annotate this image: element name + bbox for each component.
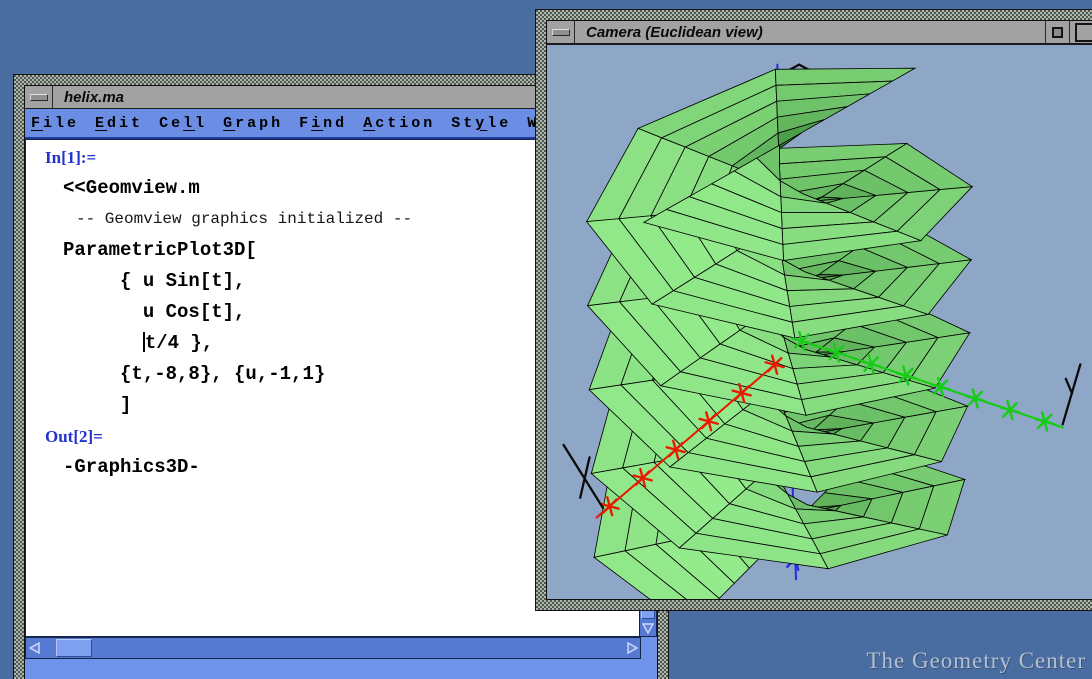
minimize-button[interactable]	[1045, 21, 1069, 43]
menu-style[interactable]: Style	[451, 115, 511, 132]
horizontal-scrollbar[interactable]	[25, 637, 641, 659]
menu-graph[interactable]: Graph	[223, 115, 283, 132]
triangle-right-icon	[627, 642, 638, 654]
helicoid-3d-view	[547, 45, 1092, 599]
menu-action[interactable]: Action	[363, 115, 435, 132]
window-menu-dash-icon	[552, 29, 570, 36]
menu-edit[interactable]: Edit	[95, 115, 143, 132]
maximize-button[interactable]	[1069, 21, 1092, 43]
triangle-left-icon	[29, 642, 40, 654]
camera-canvas[interactable]	[547, 44, 1092, 599]
menu-cell[interactable]: Cell	[159, 115, 207, 132]
notebook-window-title: helix.ma	[53, 89, 124, 106]
triangle-down-icon	[642, 623, 654, 634]
scroll-right-button[interactable]	[624, 638, 640, 658]
camera-window-inner: Camera (Euclidean view)	[546, 20, 1092, 600]
menu-find[interactable]: Find	[299, 115, 347, 132]
scroll-left-button[interactable]	[26, 638, 42, 658]
watermark: The Geometry Center	[866, 648, 1086, 674]
camera-window[interactable]: Camera (Euclidean view)	[536, 10, 1092, 610]
window-menu-button[interactable]	[25, 86, 53, 108]
desktop: helix.ma File Edit Cell Graph Find Action Styl…	[0, 0, 1092, 679]
camera-window-title: Camera (Euclidean view)	[575, 24, 763, 41]
text-cursor	[143, 332, 145, 352]
maximize-square-icon	[1075, 23, 1092, 42]
helicoid-surface	[587, 68, 973, 599]
window-bottom-filler	[25, 659, 657, 679]
menu-file[interactable]: File	[31, 115, 79, 132]
horizontal-scrollbar-thumb[interactable]	[56, 639, 92, 657]
window-menu-dash-icon	[30, 94, 48, 101]
minimize-dot-icon	[1052, 27, 1063, 38]
scroll-down-button[interactable]	[640, 620, 656, 636]
camera-title-area: Camera (Euclidean view)	[575, 21, 1045, 43]
horizontal-scrollbar-trough[interactable]	[42, 638, 624, 658]
camera-titlebar[interactable]: Camera (Euclidean view)	[547, 21, 1092, 44]
camera-window-menu-button[interactable]	[547, 21, 575, 43]
